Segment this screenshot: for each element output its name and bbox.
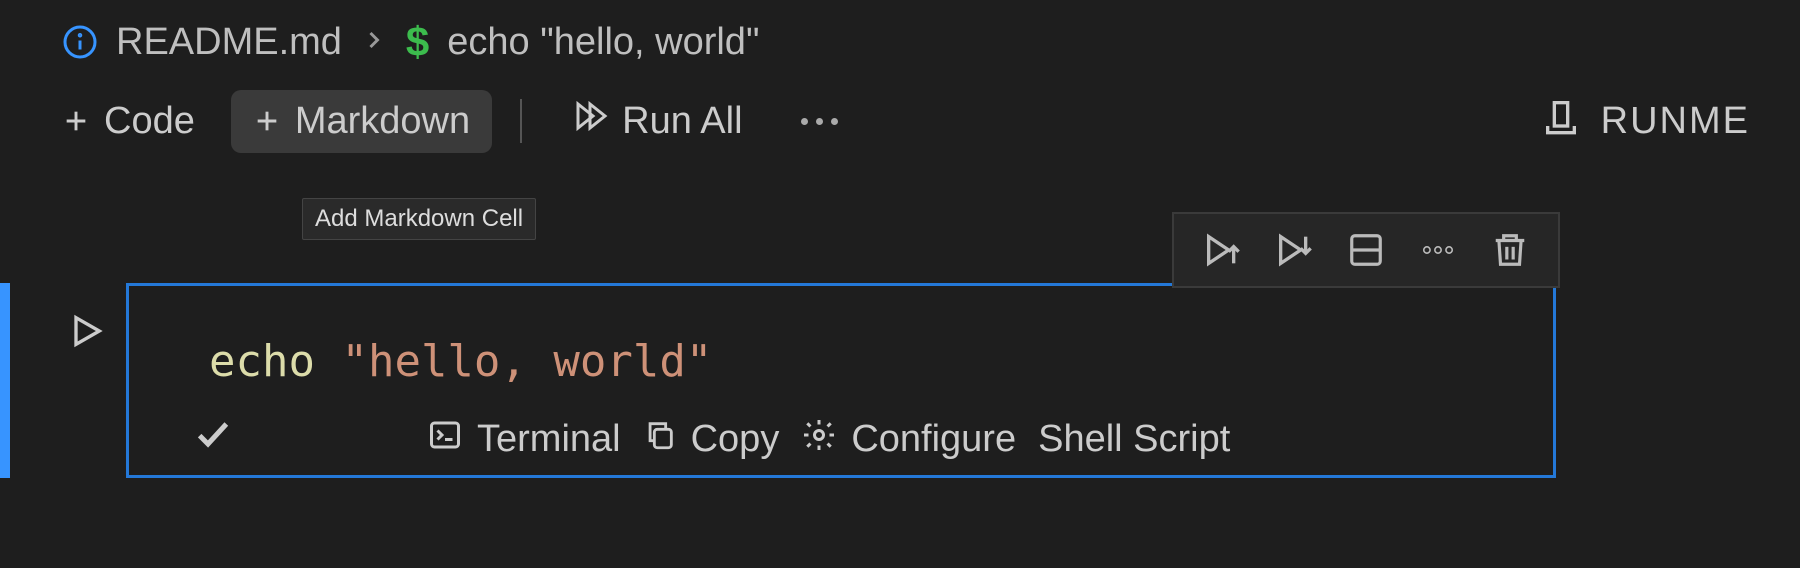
run-cell-button[interactable] xyxy=(46,283,126,478)
copy-button[interactable]: Copy xyxy=(643,418,780,462)
cell-focus-indicator xyxy=(0,283,10,478)
add-markdown-label: Markdown xyxy=(295,100,470,143)
add-code-button[interactable]: Code xyxy=(40,90,217,153)
gear-icon xyxy=(801,417,837,463)
copy-label: Copy xyxy=(691,418,780,461)
breadcrumb: README.md $ echo "hello, world" xyxy=(0,0,1800,78)
more-icon[interactable] xyxy=(1416,228,1460,272)
notebook-toolbar: Code Markdown Run All RUNME xyxy=(0,78,1800,154)
separator xyxy=(520,99,522,143)
cell-status-bar: Terminal Copy Configure xyxy=(129,406,1553,475)
code-token-string: "hello, world" xyxy=(341,336,712,387)
cell-action-bar xyxy=(1172,212,1560,288)
code-token-command: echo xyxy=(209,336,315,387)
more-actions-button[interactable] xyxy=(779,118,860,125)
chevron-right-icon xyxy=(360,21,388,64)
run-below-icon[interactable] xyxy=(1272,228,1316,272)
plus-icon xyxy=(62,107,90,135)
run-above-icon[interactable] xyxy=(1200,228,1244,272)
language-label: Shell Script xyxy=(1038,418,1230,461)
copy-icon xyxy=(643,418,677,462)
plus-icon xyxy=(253,107,281,135)
terminal-icon xyxy=(427,417,463,463)
open-terminal-button[interactable]: Terminal xyxy=(427,417,621,463)
success-check-icon xyxy=(193,414,233,465)
add-code-label: Code xyxy=(104,100,195,143)
configure-button[interactable]: Configure xyxy=(801,417,1016,463)
trash-icon[interactable] xyxy=(1488,228,1532,272)
breadcrumb-cell[interactable]: echo "hello, world" xyxy=(447,21,759,64)
breadcrumb-file[interactable]: README.md xyxy=(116,21,342,64)
add-markdown-button[interactable]: Markdown xyxy=(231,90,492,153)
split-cell-icon[interactable] xyxy=(1344,228,1388,272)
terminal-label: Terminal xyxy=(477,418,621,461)
info-icon xyxy=(62,24,98,60)
run-all-icon xyxy=(572,98,608,144)
language-picker[interactable]: Shell Script xyxy=(1038,418,1230,461)
run-all-label: Run All xyxy=(622,100,742,143)
runme-icon xyxy=(1541,96,1581,146)
runme-label: RUNME xyxy=(1601,100,1750,143)
configure-label: Configure xyxy=(851,418,1016,461)
run-all-button[interactable]: Run All xyxy=(550,88,764,154)
runme-button[interactable]: RUNME xyxy=(1541,96,1800,146)
code-editor[interactable]: echo "hello, world" xyxy=(129,286,1553,406)
tooltip: Add Markdown Cell xyxy=(302,198,536,240)
dollar-icon: $ xyxy=(406,18,429,66)
code-cell: echo "hello, world" Terminal xyxy=(0,283,1556,478)
